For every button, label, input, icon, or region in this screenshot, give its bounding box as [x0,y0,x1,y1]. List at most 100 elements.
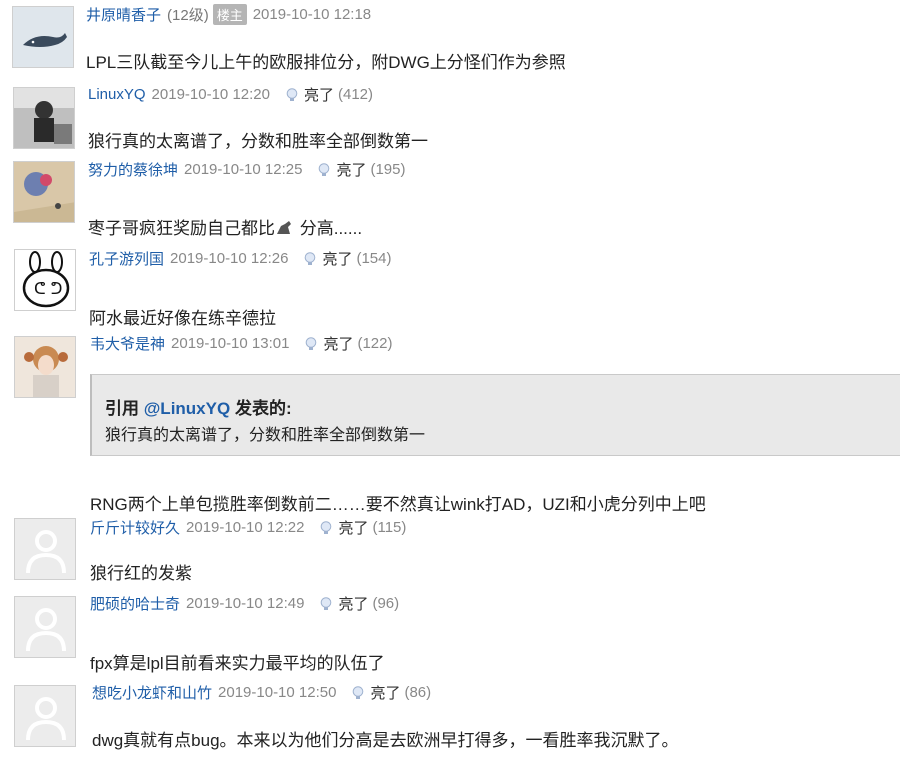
reply-item: 斤斤计较好久 2019-10-10 12:22 亮了 (115) 狼行红的发紫 [0,517,900,593]
anime-avatar-icon [15,337,75,397]
count-value: 86 [409,684,427,701]
quote-user-link[interactable]: @LinuxYQ [144,399,230,418]
light-button[interactable]: 亮了 [338,593,368,614]
count-close: ) [400,161,406,178]
reply-item: ᕦ ᕤ 孔子游列国 2019-10-10 12:26 亮了 (154) 阿水最近… [0,246,900,331]
lightbulb-icon[interactable] [302,251,318,267]
reply-avatar[interactable]: ᕦ ᕤ [14,249,76,311]
thread-page: 井原晴香子 (12级) 楼主 2019-10-10 12:18 LPL三队截至今… [0,0,900,762]
svg-text:ᕦ ᕤ: ᕦ ᕤ [34,279,62,298]
quote-text: 狼行真的太离谱了，分数和胜率全部倒数第一 [105,427,426,444]
default-user-avatar-icon [15,597,75,657]
op-avatar[interactable] [12,6,74,68]
photo-avatar-icon [14,162,74,222]
op-content: LPL三队截至今儿上午的欧服排位分，附DWG上分怪们作为参照 [86,53,566,72]
reply-item: 肥硕的哈士奇 2019-10-10 12:49 亮了 (96) fpx算是lpl… [0,593,900,682]
reply-item: LinuxYQ 2019-10-10 12:20 亮了 (412) 狼行真的太离… [0,78,900,157]
reply-avatar[interactable] [14,518,76,580]
quote-header: 引用 @LinuxYQ 发表的: [105,394,292,419]
light-button[interactable]: 亮了 [336,159,366,180]
whale-avatar-icon [13,7,73,67]
count-value: 96 [377,595,395,612]
reply-avatar[interactable] [13,161,75,223]
quote-block: 引用 @LinuxYQ 发表的: 狼行真的太离谱了，分数和胜率全部倒数第一 [90,374,900,456]
reply-content: fpx算是lpl目前看来实力最平均的队伍了 [90,654,385,673]
count-close: ) [368,86,374,103]
photo-avatar-icon [14,88,74,148]
reply-item: 想吃小龙虾和山竹 2019-10-10 12:50 亮了 (86) dwg真就有… [0,682,900,762]
reply-meta: 肥硕的哈士奇 2019-10-10 12:49 亮了 (96) [90,593,399,614]
count-close: ) [387,335,393,352]
reply-username[interactable]: 想吃小龙虾和山竹 [92,682,212,703]
reply-time: 2019-10-10 12:22 [186,519,305,536]
count-close: ) [426,684,432,701]
reply-avatar[interactable] [14,596,76,658]
op-username[interactable]: 井原晴香子 [86,4,161,25]
light-count: (154) [356,250,391,267]
reply-content: 狼行真的太离谱了，分数和胜率全部倒数第一 [88,132,428,151]
reply-item: 努力的蔡徐坤 2019-10-10 12:25 亮了 (195) 枣子哥疯狂奖励… [0,157,900,246]
reply-meta: 想吃小龙虾和山竹 2019-10-10 12:50 亮了 (86) [92,682,431,703]
reply-username[interactable]: 肥硕的哈士奇 [90,593,180,614]
reply-avatar[interactable] [14,336,76,398]
lightbulb-icon[interactable] [318,520,334,536]
reply-time: 2019-10-10 12:25 [184,161,303,178]
light-count: (195) [370,161,405,178]
count-value: 195 [375,161,401,178]
lightbulb-icon[interactable] [303,336,319,352]
default-user-avatar-icon [15,686,75,746]
horse-emoji-icon [277,221,291,234]
light-button[interactable]: 亮了 [338,517,368,538]
reply-username[interactable]: 努力的蔡徐坤 [88,159,178,180]
count-value: 122 [362,335,388,352]
reply-time: 2019-10-10 12:50 [218,684,337,701]
reply-meta: 孔子游列国 2019-10-10 12:26 亮了 (154) [89,248,392,269]
op-time: 2019-10-10 12:18 [252,6,372,23]
light-count: (412) [338,86,373,103]
light-count: (115) [372,519,406,536]
lightbulb-icon[interactable] [318,596,334,612]
quote-prefix: 引用 [105,399,144,418]
content-text: 枣子哥疯狂奖励自己都比 [88,219,275,238]
light-button[interactable]: 亮了 [322,248,352,269]
reply-time: 2019-10-10 13:01 [171,335,290,352]
original-post: 井原晴香子 (12级) 楼主 2019-10-10 12:18 LPL三队截至今… [0,0,900,78]
light-count: (122) [357,335,392,352]
reply-username[interactable]: 韦大爷是神 [90,333,165,354]
reply-content: RNG两个上单包揽胜率倒数前二……要不然真让wink打AD，UZI和小虎分列中上… [90,495,706,514]
reply-meta: 韦大爷是神 2019-10-10 13:01 亮了 (122) [90,333,393,354]
light-count: (96) [372,595,399,612]
count-value: 154 [361,250,387,267]
reply-username[interactable]: LinuxYQ [88,86,146,103]
reply-meta: 努力的蔡徐坤 2019-10-10 12:25 亮了 (195) [88,159,406,180]
count-close: ) [394,595,400,612]
reply-username[interactable]: 斤斤计较好久 [90,517,180,538]
reply-time: 2019-10-10 12:49 [186,595,305,612]
reply-content: dwg真就有点bug。本来以为他们分高是去欧洲早打得多，一看胜率我沉默了。 [92,731,679,750]
default-user-avatar-icon [15,519,75,579]
reply-time: 2019-10-10 12:26 [170,250,289,267]
lightbulb-icon[interactable] [284,87,300,103]
op-meta: 井原晴香子 (12级) 楼主 2019-10-10 12:18 [86,4,385,25]
light-button[interactable]: 亮了 [304,84,334,105]
reply-avatar[interactable] [14,685,76,747]
quote-suffix: 发表的: [230,399,292,418]
count-close: ) [386,250,392,267]
light-button[interactable]: 亮了 [323,333,353,354]
reply-meta: LinuxYQ 2019-10-10 12:20 亮了 (412) [88,84,373,105]
op-level: (12级) [167,7,209,24]
cartoon-rabbit-avatar-icon: ᕦ ᕤ [15,250,75,310]
lightbulb-icon[interactable] [316,162,332,178]
reply-content: 枣子哥疯狂奖励自己都比 分高...... [88,214,362,239]
reply-content: 阿水最近好像在练辛德拉 [89,309,276,328]
count-value: 412 [343,86,369,103]
lightbulb-icon[interactable] [350,685,366,701]
reply-content: 狼行红的发紫 [90,564,192,583]
count-value: 115 [377,519,402,536]
light-count: (86) [404,684,431,701]
reply-avatar[interactable] [13,87,75,149]
reply-username[interactable]: 孔子游列国 [89,248,164,269]
content-text: 分高...... [295,219,363,238]
count-close: ) [401,519,407,536]
light-button[interactable]: 亮了 [370,682,400,703]
